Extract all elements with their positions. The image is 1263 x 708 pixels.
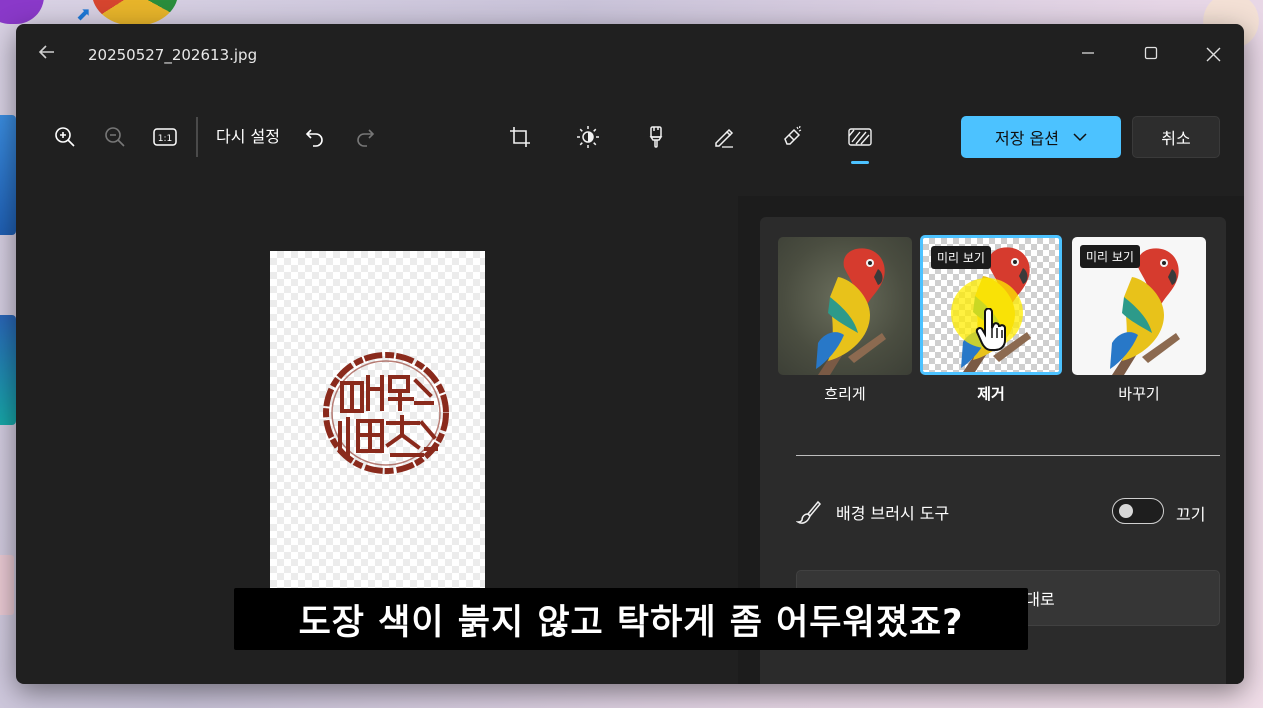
desktop-app-icon	[0, 315, 16, 425]
actual-size-button[interactable]: 1:1	[140, 117, 190, 157]
adjust-tool-button[interactable]	[554, 114, 622, 160]
markup-tool-button[interactable]	[690, 114, 758, 160]
parrot-thumbnail	[816, 248, 886, 375]
redo-button[interactable]	[340, 117, 390, 157]
panel-divider	[796, 455, 1220, 456]
desktop-file-icon	[0, 555, 14, 615]
paint-brush-icon	[649, 126, 663, 148]
crop-tool-button[interactable]	[486, 114, 554, 160]
back-arrow-icon[interactable]	[34, 42, 60, 68]
desktop-browser-icon	[92, 0, 178, 26]
undo-button[interactable]	[290, 117, 340, 157]
reset-button[interactable]: 다시 설정	[206, 117, 290, 157]
background-tool-button[interactable]	[826, 114, 894, 164]
brush-tool-toggle[interactable]	[1112, 498, 1164, 524]
minimize-button[interactable]	[1070, 40, 1106, 70]
cancel-button[interactable]: 취소	[1132, 116, 1220, 158]
shortcut-arrow-icon: ⬈	[76, 4, 92, 25]
replace-option-label: 바꾸기	[1118, 385, 1160, 403]
edit-tools-toolbar	[486, 114, 894, 164]
zoom-in-icon	[55, 127, 75, 147]
toolbar-divider	[196, 117, 198, 157]
chevron-down-icon	[1073, 133, 1087, 142]
zoom-in-button[interactable]	[40, 117, 90, 157]
filter-tool-button[interactable]	[622, 114, 690, 160]
title-bar: 20250527_202613.jpg	[16, 24, 1244, 86]
replace-background-option[interactable]: 미리 보기	[1072, 237, 1206, 375]
remove-background-option[interactable]: 미리 보기	[920, 235, 1062, 375]
brush-tool-label: 배경 브러시 도구	[836, 504, 950, 523]
redo-icon	[357, 129, 375, 147]
brush-icon	[796, 500, 822, 524]
crop-icon	[510, 127, 530, 147]
video-subtitle: 도장 색이 붉지 않고 탁하게 좀 어두워졌죠?	[234, 588, 1028, 650]
pen-icon	[715, 128, 734, 148]
eraser-icon	[784, 125, 802, 145]
blur-background-option[interactable]	[778, 237, 912, 375]
erase-tool-button[interactable]	[758, 114, 826, 160]
brush-toggle-state: 끄기	[1176, 505, 1206, 524]
file-name-title: 20250527_202613.jpg	[88, 46, 258, 64]
background-icon	[848, 128, 872, 146]
save-options-label: 저장 옵션	[995, 129, 1059, 148]
maximize-button[interactable]	[1133, 40, 1169, 70]
edited-image	[270, 251, 485, 591]
photos-editor-window: 20250527_202613.jpg 1:1 다시 설정 저장 옵션 취소 미…	[16, 24, 1244, 684]
view-toolbar: 1:1 다시 설정	[40, 114, 390, 160]
close-button[interactable]	[1195, 40, 1231, 70]
preview-badge: 미리 보기	[1080, 245, 1140, 268]
background-brush-row: 배경 브러시 도구 끄기	[796, 497, 1220, 527]
desktop-app-icon	[0, 0, 44, 24]
brightness-icon	[577, 126, 599, 148]
hand-cursor-icon	[975, 308, 1006, 351]
seal-stamp-image	[323, 352, 449, 474]
zoom-out-button[interactable]	[90, 117, 140, 157]
undo-icon	[305, 129, 323, 147]
desktop-app-icon	[0, 115, 16, 235]
blur-option-label: 흐리게	[824, 385, 866, 403]
toggle-knob	[1119, 504, 1133, 518]
zoom-out-icon	[105, 127, 125, 147]
remove-option-label: 제거	[977, 385, 1005, 403]
preview-badge: 미리 보기	[931, 246, 991, 269]
save-options-button[interactable]: 저장 옵션	[961, 116, 1121, 158]
actual-size-label: 1:1	[158, 134, 172, 144]
